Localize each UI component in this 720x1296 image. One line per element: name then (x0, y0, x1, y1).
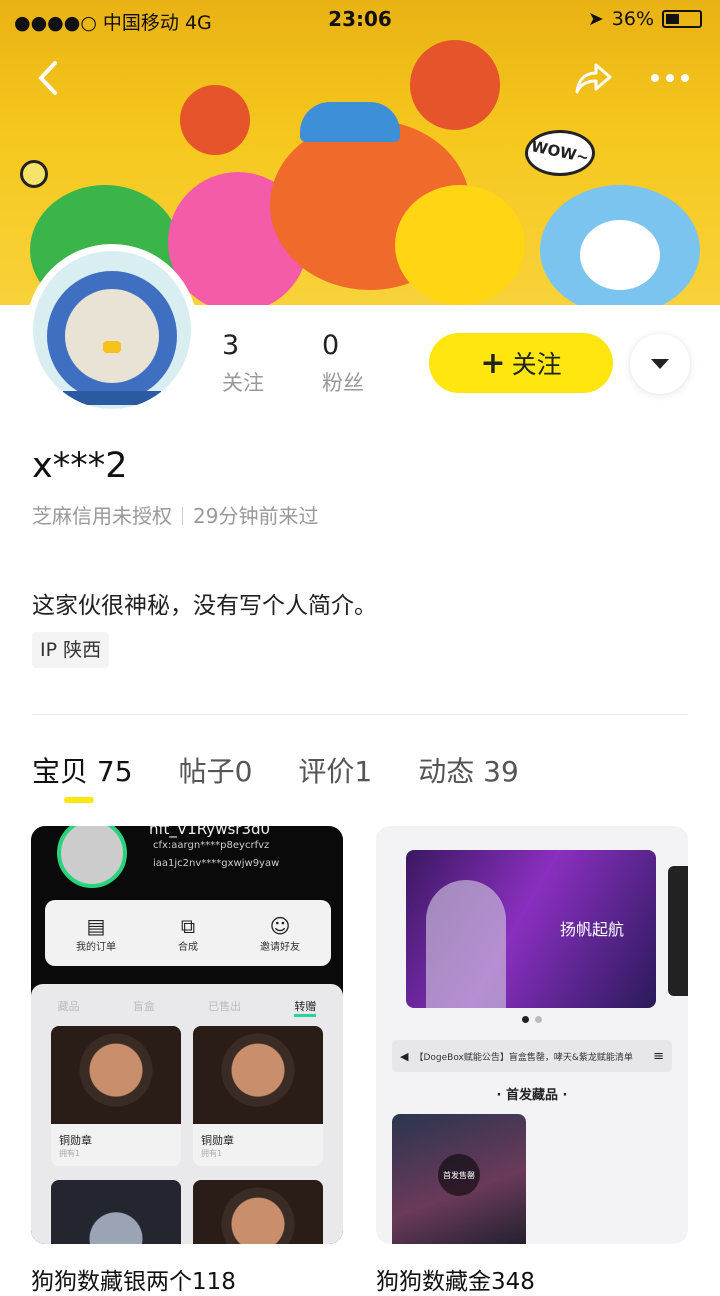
product-card[interactable]: 扬帆起航 ◀ 【DogeBox赋能公告】盲盒售罄，哮天&紫龙赋能清单 ≡ · 首… (376, 826, 688, 1244)
content-tabs: 宝贝 75 帖子0 评价1 动态 39 (32, 750, 519, 790)
profile-meta: 芝麻信用未授权 29分钟前来过 (32, 500, 318, 529)
active-tab-indicator (64, 797, 94, 803)
medal-item: 铜勋章 拥有1 (51, 1026, 181, 1166)
face-patch (580, 220, 660, 290)
profile-pic (57, 826, 127, 888)
product-card[interactable]: nft_V1Rywsr3d0 cfx:aargn****p8eycrfvz ia… (31, 826, 343, 1244)
blue-cap (300, 102, 400, 142)
back-button[interactable] (22, 52, 74, 104)
carousel-dots (522, 1016, 542, 1023)
tab-posts[interactable]: 帖子0 (179, 750, 253, 790)
crab-claw (410, 40, 500, 130)
bio: 这家伙很神秘，没有写个人简介。 (32, 593, 377, 619)
back-arrow-icon (38, 61, 57, 95)
product-title[interactable]: 狗狗数藏银两个118 (31, 1262, 236, 1296)
notice-bar: ◀ 【DogeBox赋能公告】盲盒售罄，哮天&紫龙赋能清单 ≡ (392, 1040, 672, 1072)
dropdown-button[interactable] (630, 334, 690, 394)
crab-claw (180, 85, 250, 155)
cat-face (65, 289, 159, 383)
follow-button[interactable]: + 关注 (429, 333, 613, 393)
tab-items[interactable]: 宝贝 75 (32, 750, 133, 790)
tab-reviews[interactable]: 评价1 (298, 750, 372, 790)
avatar[interactable] (26, 244, 198, 416)
more-options-button[interactable] (644, 52, 696, 104)
fans-stat[interactable]: 0 粉丝 (322, 330, 364, 397)
credit-status[interactable]: 芝麻信用未授权 (32, 504, 172, 528)
battery-icon (662, 10, 702, 28)
plus-icon: + (480, 345, 506, 381)
following-stat[interactable]: 3 关注 (222, 330, 264, 397)
order-icon: ▤ (86, 913, 106, 938)
lightbulb-icon (20, 160, 48, 188)
ellipsis-icon (651, 74, 689, 82)
speech-bubble: WOW~ (525, 130, 595, 176)
tab-activity[interactable]: 动态 39 (418, 750, 519, 790)
menu-icon: ≡ (653, 1048, 664, 1064)
divider (32, 714, 688, 715)
carousel-banner: 扬帆起航 (406, 850, 656, 1008)
last-seen: 29分钟前来过 (193, 504, 319, 528)
medal-item: 铜勋章 拥有1 (193, 1026, 323, 1166)
share-button[interactable] (568, 52, 620, 104)
share-icon (575, 63, 612, 94)
menu-panel: ▤ 我的订单 ⧉ 合成 ☺ 邀请好友 (45, 900, 331, 966)
status-bar: ●●●●○ 中国移动 4G 23:06 ➤ 36% (0, 0, 720, 38)
invite-icon: ☺ (269, 913, 291, 938)
ip-location-badge: IP 陕西 (32, 632, 110, 668)
product-title[interactable]: 狗狗数藏金348 (376, 1262, 535, 1296)
speaker-icon: ◀ (400, 1049, 409, 1063)
caret-down-icon (651, 359, 669, 369)
featured-item-image: 首发售罄 (392, 1114, 526, 1244)
compose-icon: ⧉ (180, 913, 196, 938)
yellow-character (395, 185, 525, 305)
username: x***2 (32, 446, 128, 486)
hand-art (426, 880, 506, 1008)
battery-percent: 36% (611, 8, 654, 30)
location-icon: ➤ (587, 8, 604, 30)
